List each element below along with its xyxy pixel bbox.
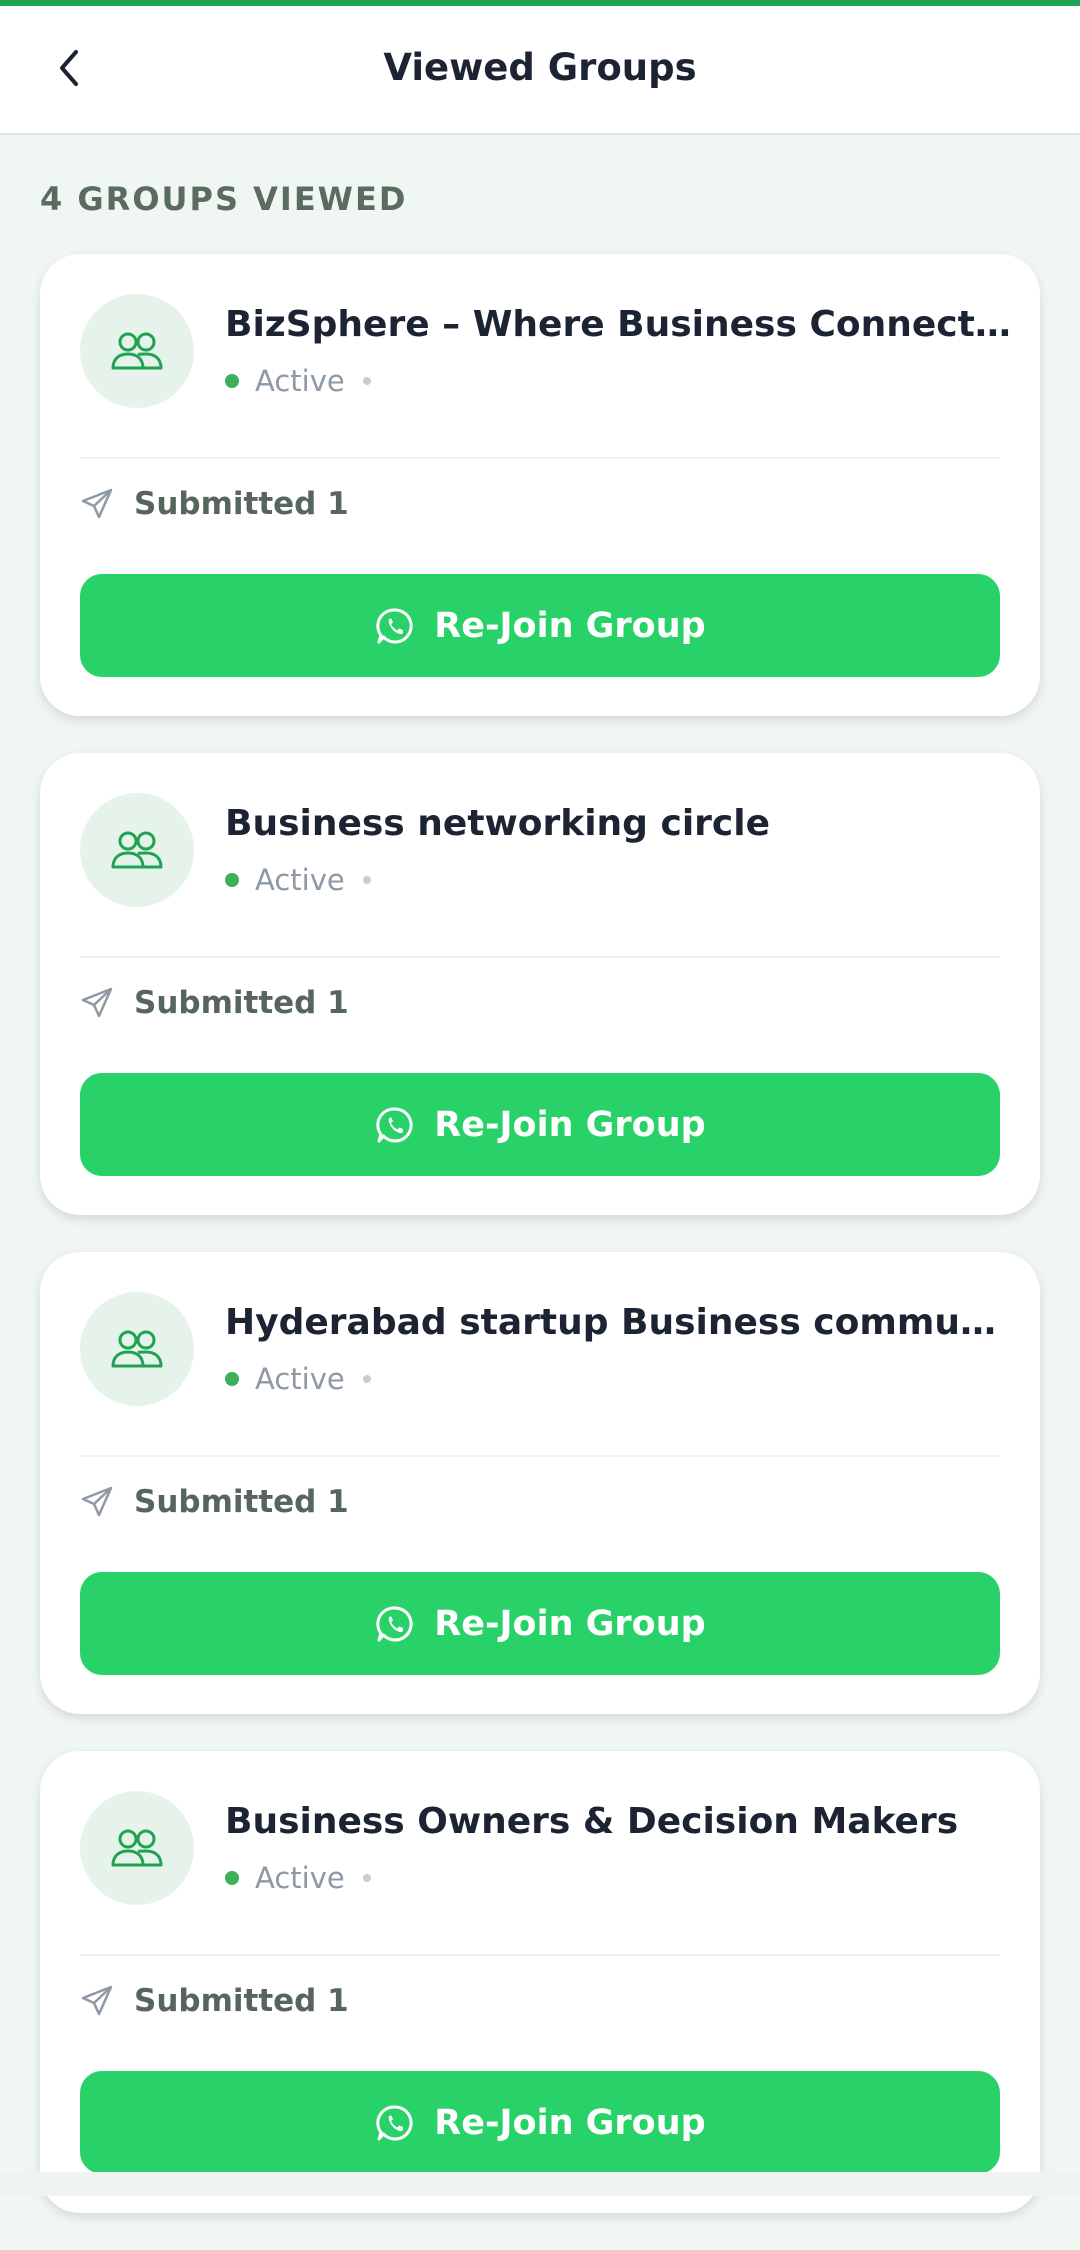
groups-count-label: 4 GROUPS VIEWED: [40, 180, 408, 218]
status-text: Active: [255, 364, 345, 398]
separator-dot-icon: [362, 876, 371, 884]
group-status: Active: [225, 364, 371, 398]
separator-dot-icon: [362, 1375, 371, 1383]
whatsapp-icon: [374, 1104, 416, 1146]
group-name: Business networking circle: [225, 803, 771, 844]
rejoin-group-button[interactable]: Re-Join Group: [80, 2071, 1000, 2174]
status-text: Active: [255, 863, 345, 897]
card-divider: [80, 1455, 1000, 1457]
submitted-info: Submitted 1: [80, 1484, 349, 1520]
group-card: Hyderabad startup Business community Act…: [40, 1252, 1040, 1714]
send-icon: [80, 1485, 114, 1519]
group-avatar: [80, 793, 194, 907]
group-name: Business Owners & Decision Makers: [225, 1801, 959, 1842]
card-divider: [80, 1954, 1000, 1956]
submitted-info: Submitted 1: [80, 1983, 349, 2019]
rejoin-group-button[interactable]: Re-Join Group: [80, 1572, 1000, 1675]
users-icon: [111, 332, 163, 370]
send-icon: [80, 986, 114, 1020]
submitted-info: Submitted 1: [80, 985, 349, 1021]
active-dot-icon: [225, 1871, 239, 1885]
whatsapp-icon: [374, 2102, 416, 2144]
rejoin-group-button[interactable]: Re-Join Group: [80, 574, 1000, 677]
active-dot-icon: [225, 1372, 239, 1386]
group-avatar: [80, 1292, 194, 1406]
separator-dot-icon: [362, 1874, 371, 1882]
rejoin-button-label: Re-Join Group: [434, 2102, 706, 2143]
separator-dot-icon: [362, 377, 371, 385]
send-icon: [80, 1984, 114, 2018]
group-name: BizSphere – Where Business Connects & Gr…: [225, 304, 1015, 345]
submitted-text: Submitted 1: [134, 1484, 349, 1520]
whatsapp-icon: [374, 1603, 416, 1645]
group-status: Active: [225, 863, 371, 897]
app-header: Viewed Groups: [0, 6, 1080, 135]
page-title: Viewed Groups: [383, 46, 697, 89]
group-card-list: BizSphere – Where Business Connects & Gr…: [40, 254, 1040, 2250]
card-divider: [80, 956, 1000, 958]
card-divider: [80, 457, 1000, 459]
users-icon: [111, 1829, 163, 1867]
group-card: Business networking circle Active Submit…: [40, 753, 1040, 1215]
group-name: Hyderabad startup Business community: [225, 1302, 1015, 1343]
active-dot-icon: [225, 374, 239, 388]
bottom-edge: [0, 2172, 1080, 2196]
rejoin-button-label: Re-Join Group: [434, 1603, 706, 1644]
users-icon: [111, 831, 163, 869]
group-avatar: [80, 1791, 194, 1905]
rejoin-button-label: Re-Join Group: [434, 1104, 706, 1145]
status-text: Active: [255, 1362, 345, 1396]
submitted-info: Submitted 1: [80, 486, 349, 522]
group-card: Business Owners & Decision Makers Active…: [40, 1751, 1040, 2213]
rejoin-group-button[interactable]: Re-Join Group: [80, 1073, 1000, 1176]
active-dot-icon: [225, 873, 239, 887]
status-text: Active: [255, 1861, 345, 1895]
group-card: BizSphere – Where Business Connects & Gr…: [40, 254, 1040, 716]
rejoin-button-label: Re-Join Group: [434, 605, 706, 646]
submitted-text: Submitted 1: [134, 985, 349, 1021]
submitted-text: Submitted 1: [134, 486, 349, 522]
send-icon: [80, 487, 114, 521]
group-status: Active: [225, 1861, 371, 1895]
whatsapp-icon: [374, 605, 416, 647]
submitted-text: Submitted 1: [134, 1983, 349, 2019]
group-status: Active: [225, 1362, 371, 1396]
group-avatar: [80, 294, 194, 408]
users-icon: [111, 1330, 163, 1368]
